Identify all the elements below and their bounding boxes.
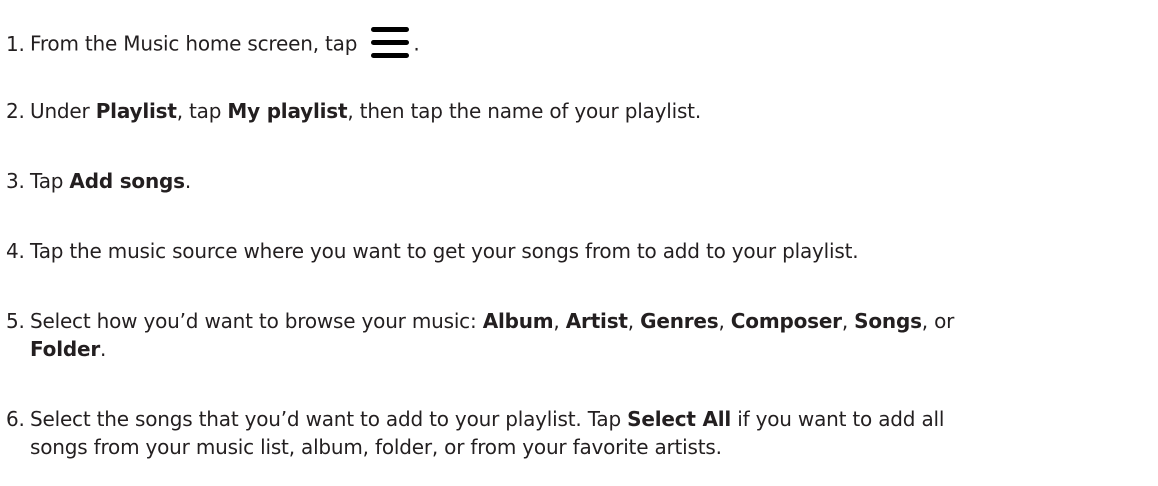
step-number: 2. [6,99,25,123]
ui-term-add-songs: Add songs [69,169,185,193]
step-text: . [184,169,191,193]
ui-term-album: Album [482,309,554,333]
step-number: 3. [6,169,25,193]
step-6: 6. Select the songs that you’d want to ad… [6,405,1154,461]
step-text: Select how you’d want to browse your mus… [30,309,483,333]
step-number: 5. [6,309,25,333]
step-text-end: . [413,31,420,56]
step-text: Select the songs that you’d want to add … [30,407,628,431]
separator: , [718,309,731,333]
separator: , or [921,309,955,333]
step-continuation: Folder. [6,335,1154,363]
ui-term-genres: Genres [640,309,719,333]
step-number: 6. [6,407,25,431]
step-4: 4. Tap the music source where you want to… [6,237,1154,265]
step-1: 1. From the Music home screen, tap . [6,27,1154,63]
step-number: 1. [6,31,25,56]
step-3: 3. Tap Add songs. [6,167,1154,195]
step-text: , tap [176,99,228,123]
ui-term-artist: Artist [565,309,628,333]
separator: , [553,309,566,333]
ui-term-playlist: Playlist [95,99,177,123]
ui-term-songs: Songs [854,309,922,333]
ui-term-composer: Composer [730,309,842,333]
step-number: 4. [6,239,25,263]
ui-term-folder: Folder [30,337,100,361]
step-2: 2. Under Playlist, tap My playlist, then … [6,97,1154,125]
step-text: Tap the music source where you want to g… [30,239,859,263]
step-text: Tap [30,169,70,193]
ui-term-my-playlist: My playlist [227,99,348,123]
step-text: From the Music home screen, tap [30,31,364,56]
separator: , [627,309,641,333]
step-continuation: songs from your music list, album, folde… [30,435,722,459]
separator: , [841,309,855,333]
step-5: 5. Select how you’d want to browse your m… [6,307,1154,363]
ui-term-select-all: Select All [627,407,732,431]
step-text: Under [30,99,96,123]
step-text: , then tap the name of your playlist. [347,99,701,123]
separator: . [100,337,107,361]
step-text: if you want to add all [731,407,945,431]
hamburger-menu-icon [369,25,413,61]
